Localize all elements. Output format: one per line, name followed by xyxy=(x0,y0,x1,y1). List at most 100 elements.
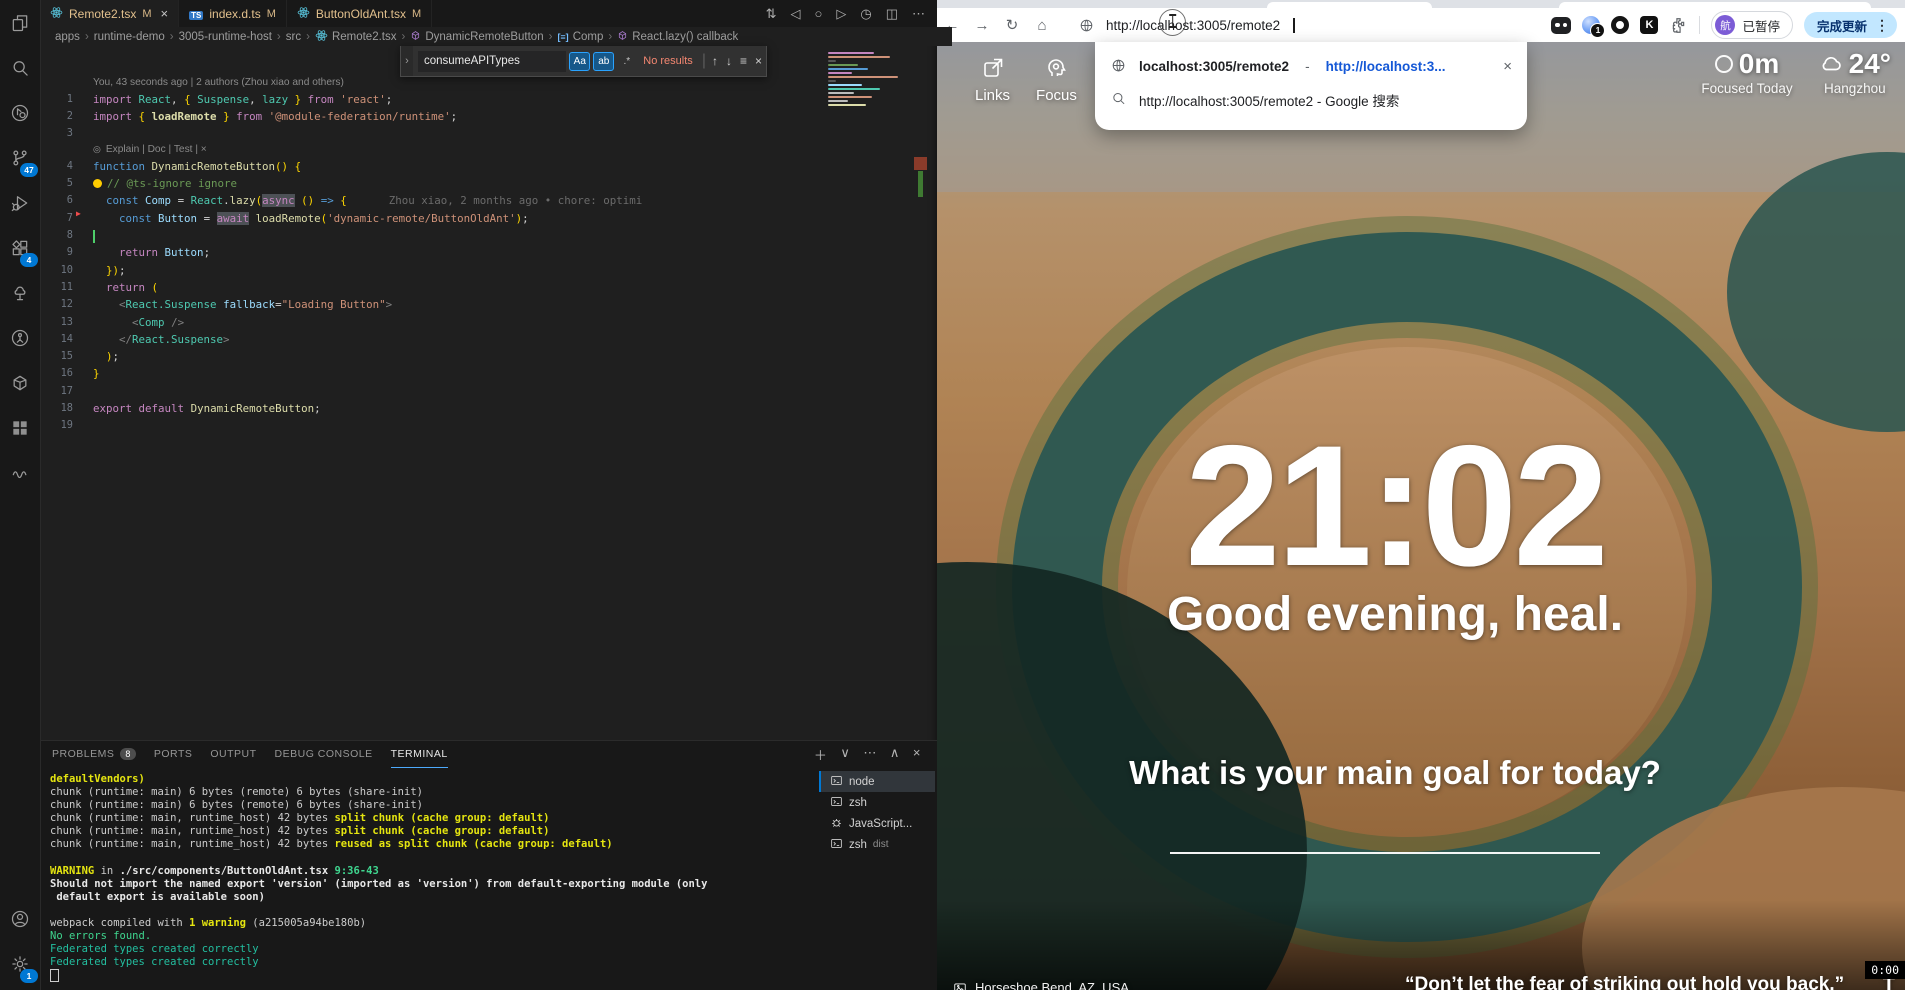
tab-close-icon[interactable]: × xyxy=(161,6,169,21)
extensions-icon[interactable]: 4 xyxy=(0,225,40,270)
match-case-toggle[interactable]: Aa xyxy=(569,52,590,71)
terminal-dropdown-icon[interactable]: ∨ xyxy=(840,745,850,764)
lightbulb-icon[interactable] xyxy=(93,179,102,188)
dark-extension-icon[interactable] xyxy=(1551,17,1571,34)
cube-tool-icon[interactable] xyxy=(0,360,40,405)
goal-input[interactable] xyxy=(1170,852,1600,854)
code-line[interactable]: 15 ); xyxy=(40,348,937,365)
panel-tab-output[interactable]: OUTPUT xyxy=(210,741,256,767)
extension-badge-icon[interactable]: 1 xyxy=(1582,16,1600,34)
profile-paused-pill[interactable]: 航 已暂停 xyxy=(1711,11,1793,39)
testing-tree-icon[interactable] xyxy=(0,270,40,315)
terminal-list-item-javascript-[interactable]: JavaScript... xyxy=(819,813,935,834)
nav-back-icon[interactable]: ◁ xyxy=(791,6,801,22)
remote-graph-icon[interactable] xyxy=(0,90,40,135)
breadcrumb-item[interactable]: src xyxy=(286,31,301,43)
explorer-icon[interactable] xyxy=(0,0,40,45)
new-terminal-icon[interactable]: ＋ xyxy=(814,745,828,764)
code-line[interactable]: 9 return Button; xyxy=(40,244,937,261)
links-widget[interactable]: Links xyxy=(975,56,1010,104)
minimap[interactable] xyxy=(828,52,916,112)
panel-tab-problems[interactable]: PROBLEMS8 xyxy=(52,741,136,767)
url-text[interactable]: http://localhost:3005/remote2 xyxy=(1106,18,1280,33)
extensions-puzzle-icon[interactable] xyxy=(1669,16,1688,35)
search-icon[interactable] xyxy=(0,45,40,90)
code-editor[interactable]: You, 43 seconds ago | 2 authors (Zhou xi… xyxy=(40,46,937,769)
regex-toggle[interactable]: .* xyxy=(617,53,636,70)
panel-close-icon[interactable]: × xyxy=(913,745,921,764)
code-line[interactable]: 5// @ts-ignore ignore xyxy=(40,175,937,192)
forward-icon[interactable]: → xyxy=(967,10,997,40)
find-in-selection-icon[interactable]: ≡ xyxy=(740,54,747,68)
breadcrumb-item[interactable]: [≡]Comp xyxy=(557,31,603,43)
panel-maximize-icon[interactable]: ∧ xyxy=(890,745,900,764)
breadcrumb-item[interactable]: runtime-demo xyxy=(94,31,165,43)
breadcrumb-item[interactable]: apps xyxy=(55,31,80,43)
nav-forward-icon[interactable]: ▷ xyxy=(836,6,846,22)
nav-circle-icon[interactable]: ○ xyxy=(815,6,823,21)
terminal-list-item-zsh[interactable]: zsh xyxy=(819,792,935,813)
omnibox-suggestion[interactable]: localhost:3005/remote2 - http://localhos… xyxy=(1095,50,1527,83)
split-editor-icon[interactable]: ◫ xyxy=(886,6,898,22)
account-icon[interactable] xyxy=(0,896,40,941)
k-extension-icon[interactable]: K xyxy=(1640,16,1658,34)
code-line[interactable]: 19 xyxy=(40,417,937,434)
settings-gear-icon[interactable]: 1 xyxy=(0,941,40,986)
circle-extension-icon[interactable] xyxy=(1611,16,1629,34)
browser-menu-icon[interactable]: ⋮ xyxy=(1875,17,1889,34)
find-next-icon[interactable]: ↓ xyxy=(726,54,732,68)
find-input[interactable]: consumeAPITypes xyxy=(418,51,566,72)
weather-stat[interactable]: 24° Hangzhou xyxy=(1819,48,1891,96)
photo-location[interactable]: Horseshoe Bend, AZ, USA xyxy=(953,980,1129,990)
remove-suggestion-icon[interactable]: × xyxy=(1503,58,1512,75)
code-line[interactable]: 11 return ( xyxy=(40,279,937,296)
reload-icon[interactable]: ↻ xyxy=(997,10,1027,40)
wave-icon[interactable] xyxy=(0,450,40,495)
panel-tab-terminal[interactable]: TERMINAL xyxy=(391,741,448,768)
find-close-icon[interactable]: × xyxy=(755,54,762,68)
network-circle-icon[interactable] xyxy=(0,315,40,360)
breadcrumb-item[interactable]: 3005-runtime-host xyxy=(179,31,272,43)
code-line[interactable]: 3 xyxy=(40,125,937,142)
compare-changes-icon[interactable]: ⇅ xyxy=(766,6,777,22)
breadcrumb-item[interactable]: React.lazy() callback xyxy=(617,30,738,44)
code-line[interactable]: 4function DynamicRemoteButton() { xyxy=(40,158,937,175)
editor-tab-index-d-ts[interactable]: TSindex.d.tsM xyxy=(179,0,287,27)
editor-tab-remote2-tsx[interactable]: Remote2.tsxM× xyxy=(40,0,179,27)
code-line[interactable]: 13 <Comp /> xyxy=(40,314,937,331)
code-line[interactable]: 1import React, { Suspense, lazy } from '… xyxy=(40,91,937,108)
terminal-output[interactable]: defaultVendors)chunk (runtime: main) 6 b… xyxy=(50,773,812,990)
breadcrumb-item[interactable]: DynamicRemoteButton xyxy=(410,30,543,44)
panel-tab-ports[interactable]: PORTS xyxy=(154,741,192,767)
source-control-icon[interactable]: 47 xyxy=(0,135,40,180)
code-line[interactable]: 6 const Comp = React.lazy(async () => {Z… xyxy=(40,192,937,209)
code-line[interactable]: 17 xyxy=(40,383,937,400)
focus-widget[interactable]: Focus xyxy=(1036,56,1077,104)
terminal-list-item-node[interactable]: node xyxy=(819,771,935,792)
code-line[interactable]: 14 </React.Suspense> xyxy=(40,331,937,348)
grid-icon[interactable] xyxy=(0,405,40,450)
address-bar[interactable]: http://localhost:3005/remote2 xyxy=(1079,18,1295,33)
home-icon[interactable]: ⌂ xyxy=(1027,10,1057,40)
more-actions-icon[interactable]: ⋯ xyxy=(912,6,925,22)
update-browser-pill[interactable]: 完成更新 ⋮ xyxy=(1804,12,1897,38)
timeline-icon[interactable]: ◷ xyxy=(860,6,871,22)
whole-word-toggle[interactable]: ab xyxy=(593,52,614,71)
omnibox-suggestion[interactable]: http://localhost:3005/remote2 - Google 搜… xyxy=(1095,83,1527,116)
editor-tab-buttonoldant-tsx[interactable]: ButtonOldAnt.tsxM xyxy=(287,0,432,27)
breadcrumb-item[interactable]: Remote2.tsx xyxy=(315,29,397,45)
find-previous-icon[interactable]: ↑ xyxy=(712,54,718,68)
code-line[interactable]: ▶7 const Button = await loadRemote('dyna… xyxy=(40,210,937,227)
code-line[interactable]: 16} xyxy=(40,365,937,382)
code-line[interactable]: 8 xyxy=(40,227,937,244)
find-expand-icon[interactable]: › xyxy=(401,46,413,76)
run-debug-icon[interactable] xyxy=(0,180,40,225)
code-line[interactable]: 12 <React.Suspense fallback="Loading But… xyxy=(40,296,937,313)
panel-tab-debug-console[interactable]: DEBUG CONSOLE xyxy=(275,741,373,767)
code-line[interactable]: 2import { loadRemote } from '@module-fed… xyxy=(40,108,937,125)
code-line[interactable]: 10 }); xyxy=(40,262,937,279)
panel-more-icon[interactable]: ⋯ xyxy=(863,745,877,764)
terminal-list-item-zsh[interactable]: zshdist xyxy=(819,834,935,855)
focused-today-stat[interactable]: 0m Focused Today xyxy=(1701,48,1792,96)
code-line[interactable]: 18export default DynamicRemoteButton; xyxy=(40,400,937,417)
